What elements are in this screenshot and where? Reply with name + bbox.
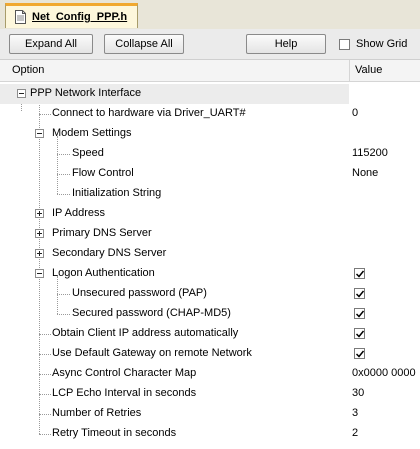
document-icon — [15, 10, 26, 24]
value-checkbox[interactable] — [354, 288, 365, 299]
collapse-toggle-icon[interactable] — [35, 129, 44, 138]
show-grid-checkbox[interactable] — [339, 38, 350, 50]
tree-row-async-control-character-map[interactable]: Async Control Character Map 0x0000 0000 — [0, 364, 420, 384]
tree-row-number-of-retries[interactable]: Number of Retries 3 — [0, 404, 420, 424]
expand-toggle-icon[interactable] — [35, 209, 44, 218]
tab-strip: Net_Config_PPP.h — [0, 0, 420, 30]
tree-row-unsecured-password-pap[interactable]: Unsecured password (PAP) — [0, 284, 420, 304]
row-value[interactable]: 2 — [352, 427, 358, 439]
help-button[interactable]: Help — [246, 34, 326, 54]
tree-row-retry-timeout[interactable]: Retry Timeout in seconds 2 — [0, 424, 420, 444]
tree-row-ppp-network-interface[interactable]: PPP Network Interface — [0, 84, 349, 104]
tree-row-obtain-client-ip[interactable]: Obtain Client IP address automatically — [0, 324, 420, 344]
grid-header: Option Value — [0, 60, 420, 82]
value-checkbox[interactable] — [354, 308, 365, 319]
expand-toggle-icon[interactable] — [35, 229, 44, 238]
row-value[interactable]: 30 — [352, 387, 364, 399]
checkmark-icon — [356, 350, 364, 358]
row-value[interactable]: 0 — [352, 107, 358, 119]
show-grid-toggle[interactable]: Show Grid — [339, 38, 407, 50]
expand-all-button[interactable]: Expand All — [9, 34, 93, 54]
row-value[interactable]: 0x0000 0000 — [352, 367, 416, 379]
toolbar: Expand All Collapse All Help Show Grid — [0, 29, 420, 60]
row-label: Secondary DNS Server — [52, 247, 167, 259]
row-label: Retry Timeout in seconds — [52, 427, 177, 439]
row-label: Speed — [72, 147, 104, 159]
value-checkbox[interactable] — [354, 268, 365, 279]
tab-title: Net_Config_PPP.h — [32, 11, 128, 23]
row-label: Async Control Character Map — [52, 367, 197, 379]
row-value[interactable]: 115200 — [352, 147, 388, 159]
row-label: Unsecured password (PAP) — [72, 287, 207, 299]
row-label: Connect to hardware via Driver_UART# — [52, 107, 246, 119]
row-label: Obtain Client IP address automatically — [52, 327, 239, 339]
tree-row-modem-settings[interactable]: Modem Settings — [0, 124, 420, 144]
checkmark-icon — [356, 270, 364, 278]
row-label: Use Default Gateway on remote Network — [52, 347, 252, 359]
checkmark-icon — [356, 330, 364, 338]
value-checkbox[interactable] — [354, 348, 365, 359]
row-label: IP Address — [52, 207, 105, 219]
row-label: Flow Control — [72, 167, 134, 179]
value-checkbox[interactable] — [354, 328, 365, 339]
show-grid-label: Show Grid — [356, 38, 408, 50]
column-divider[interactable] — [349, 60, 350, 81]
row-label: Number of Retries — [52, 407, 142, 419]
tree-row-logon-authentication[interactable]: Logon Authentication — [0, 264, 420, 284]
row-label: Modem Settings — [52, 127, 132, 139]
row-label: PPP Network Interface — [30, 87, 142, 99]
row-label: Secured password (CHAP-MD5) — [72, 307, 231, 319]
checkmark-icon — [356, 290, 364, 298]
tree-row-secondary-dns-server[interactable]: Secondary DNS Server — [0, 244, 420, 264]
row-label: Initialization String — [72, 187, 162, 199]
option-column-header[interactable]: Option — [12, 64, 44, 76]
tab-net-config-ppp[interactable]: Net_Config_PPP.h — [5, 3, 138, 28]
checkmark-icon — [356, 310, 364, 318]
config-grid: Option Value PPP Network Interface Conne… — [0, 60, 420, 449]
tree-row-flow-control[interactable]: Flow Control None — [0, 164, 420, 184]
collapse-toggle-icon[interactable] — [35, 269, 44, 278]
row-value[interactable]: 3 — [352, 407, 358, 419]
row-label: Primary DNS Server — [52, 227, 152, 239]
value-column-header[interactable]: Value — [355, 64, 382, 76]
tree-row-connect-driver-uart[interactable]: Connect to hardware via Driver_UART# 0 — [0, 104, 420, 124]
row-label: LCP Echo Interval in seconds — [52, 387, 197, 399]
tree-row-use-default-gateway[interactable]: Use Default Gateway on remote Network — [0, 344, 420, 364]
collapse-all-button[interactable]: Collapse All — [104, 34, 184, 54]
tree-row-ip-address[interactable]: IP Address — [0, 204, 420, 224]
row-label: Logon Authentication — [52, 267, 155, 279]
tree-row-speed[interactable]: Speed 115200 — [0, 144, 420, 164]
tree-row-lcp-echo-interval[interactable]: LCP Echo Interval in seconds 30 — [0, 384, 420, 404]
expand-toggle-icon[interactable] — [35, 249, 44, 258]
tree-row-secured-password-chap[interactable]: Secured password (CHAP-MD5) — [0, 304, 420, 324]
collapse-toggle-icon[interactable] — [17, 89, 26, 98]
row-value[interactable]: None — [352, 167, 378, 179]
tree-row-initialization-string[interactable]: Initialization String — [0, 184, 420, 204]
tree-row-primary-dns-server[interactable]: Primary DNS Server — [0, 224, 420, 244]
